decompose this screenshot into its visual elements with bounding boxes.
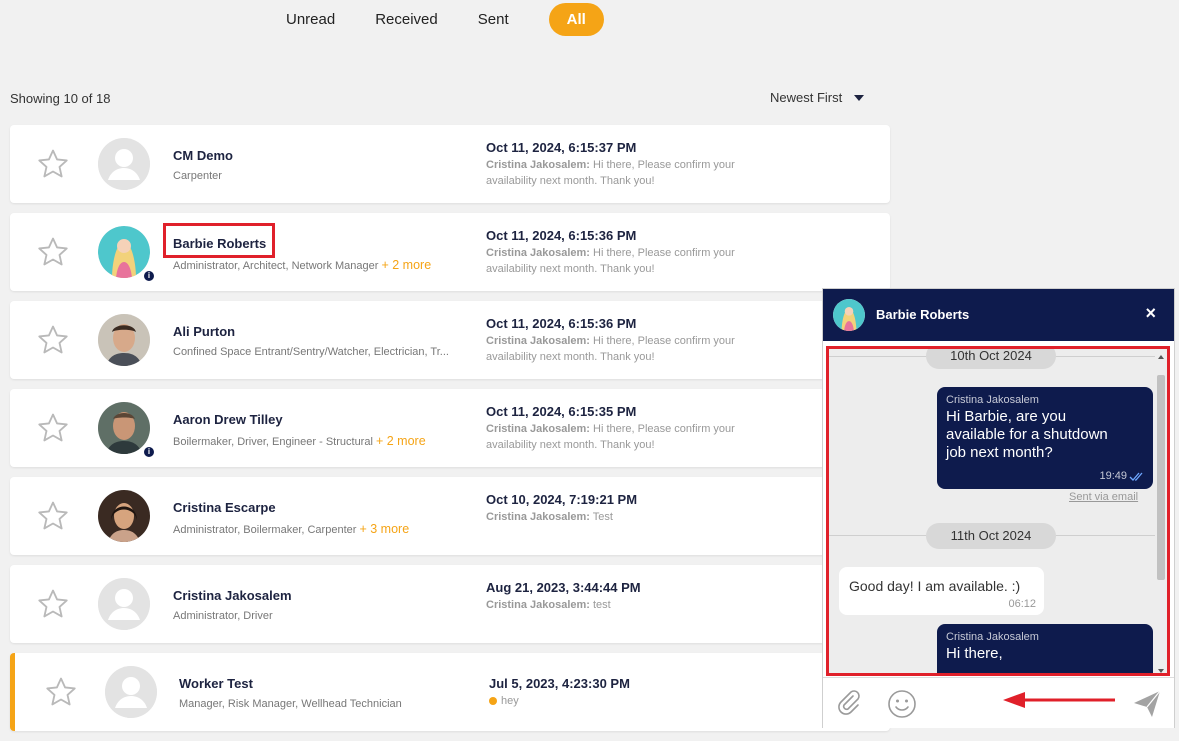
caret-down-icon [854,94,865,101]
chat-header: Barbie Roberts × [823,289,1174,341]
message-text: Hi there, [946,645,1003,662]
more-roles-link[interactable]: + 2 more [381,258,431,272]
star-icon[interactable] [36,499,70,533]
tab-sent[interactable]: Sent [478,5,509,34]
star-icon[interactable] [36,323,70,357]
emoji-icon[interactable] [886,688,918,720]
chat-scrollbar[interactable] [1157,355,1165,673]
avatar-photo [98,402,150,454]
message-row[interactable]: Cristina Jakosalem Administrator, Driver… [10,565,890,643]
message-row[interactable]: i Barbie Roberts Administrator, Architec… [10,213,890,291]
star-icon[interactable] [36,587,70,621]
message-date: Oct 11, 2024, 6:15:37 PM [486,140,637,155]
avatar-barbie [833,299,865,331]
message-date: Oct 11, 2024, 6:15:36 PM [486,316,637,331]
avatar-photo [98,490,150,542]
chat-panel: Barbie Roberts × 10th Oct 2024 Cristina … [822,288,1175,728]
contact-name: Aaron Drew Tilley [173,412,283,427]
contact-name: Barbie Roberts [173,236,267,251]
incoming-message: Good day! I am available. :) 06:12 [839,567,1044,615]
paperclip-icon[interactable] [833,688,865,720]
message-text: Good day! I am available. :) [849,578,1021,594]
avatar-placeholder [105,666,157,718]
showing-count: Showing 10 of 18 [10,91,111,106]
contact-roles: Administrator, Driver [173,610,273,622]
message-row[interactable]: Ali Purton Confined Space Entrant/Sentry… [10,301,890,379]
contact-name: Ali Purton [173,324,236,339]
message-preview: Cristina Jakosalem: Hi there, Please con… [486,159,735,187]
tab-unread[interactable]: Unread [286,5,335,34]
tab-received[interactable]: Received [375,5,438,34]
message-preview: Cristina Jakosalem: Hi there, Please con… [486,423,735,451]
chat-messages[interactable]: 10th Oct 2024 Cristina Jakosalem Hi Barb… [826,346,1170,676]
message-date: Oct 10, 2024, 7:19:21 PM [486,492,638,507]
info-icon: i [142,445,156,459]
send-icon[interactable] [1131,688,1163,720]
more-roles-link[interactable]: + 3 more [359,522,409,536]
message-preview: Cristina Jakosalem: Hi there, Please con… [486,247,735,275]
star-icon[interactable] [36,411,70,445]
message-row[interactable]: CM Demo Carpenter Oct 11, 2024, 6:15:37 … [10,125,890,203]
message-date: Oct 11, 2024, 6:15:35 PM [486,404,637,419]
message-date: Jul 5, 2023, 4:23:30 PM [489,676,630,691]
star-icon[interactable] [36,147,70,181]
message-list: CM Demo Carpenter Oct 11, 2024, 6:15:37 … [10,125,890,741]
filter-tabs: Unread Received Sent All [286,2,604,36]
contact-roles: Confined Space Entrant/Sentry/Watcher, E… [173,346,449,358]
message-time: 06:12 [1008,598,1036,610]
avatar-photo [98,314,150,366]
message-sender: Cristina Jakosalem [946,394,1039,406]
message-row[interactable]: i Aaron Drew Tilley Boilermaker, Driver,… [10,389,890,467]
outgoing-message: Cristina Jakosalem Hi there, [937,624,1153,673]
contact-roles: Manager, Risk Manager, Wellhead Technici… [179,698,402,710]
star-icon[interactable] [36,235,70,269]
scroll-up-icon[interactable] [1158,355,1164,359]
avatar-barbie [98,226,150,278]
more-roles-link[interactable]: + 2 more [376,434,426,448]
annotation-arrow [1003,692,1115,708]
date-separator: 11th Oct 2024 [926,523,1056,549]
message-preview: Cristina Jakosalem: test [486,599,611,611]
info-icon: i [142,269,156,283]
avatar-placeholder [98,138,150,190]
sort-label: Newest First [770,90,843,105]
message-row-selected[interactable]: Worker Test Manager, Risk Manager, Wellh… [10,653,890,731]
message-sender: Cristina Jakosalem [946,631,1039,643]
contact-name: Cristina Escarpe [173,500,276,515]
message-text: Hi Barbie, are you available for a shutd… [946,408,1108,461]
chat-composer [823,677,1174,728]
tab-all[interactable]: All [548,2,604,36]
date-separator: 10th Oct 2024 [926,349,1056,369]
contact-name: Worker Test [179,676,253,691]
message-preview: Cristina Jakosalem: Test [486,511,613,523]
contact-name: CM Demo [173,148,233,163]
close-button[interactable]: × [1145,303,1156,324]
contact-roles: Administrator, Boilermaker, Carpenter + … [173,522,410,536]
message-row[interactable]: Cristina Escarpe Administrator, Boilerma… [10,477,890,555]
contact-roles: Administrator, Architect, Network Manage… [173,258,432,272]
avatar-placeholder [98,578,150,630]
contact-name: Cristina Jakosalem [173,588,292,603]
message-preview: hey [489,693,759,709]
star-icon[interactable] [44,675,78,709]
message-time: 19:49 [1099,470,1127,482]
sent-via-email-link[interactable]: Sent via email [1069,491,1138,503]
read-ticks-icon [1129,472,1143,481]
scrollbar-thumb[interactable] [1157,375,1165,580]
contact-roles: Carpenter [173,170,222,182]
scroll-down-icon[interactable] [1158,669,1164,673]
sort-dropdown[interactable]: Newest First [770,90,865,105]
message-preview: Cristina Jakosalem: Hi there, Please con… [486,335,735,363]
message-date: Oct 11, 2024, 6:15:36 PM [486,228,637,243]
message-date: Aug 21, 2023, 3:44:44 PM [486,580,641,595]
unread-dot-icon [489,697,497,706]
contact-roles: Boilermaker, Driver, Engineer - Structur… [173,434,426,448]
outgoing-message: Cristina Jakosalem Hi Barbie, are you av… [937,387,1153,489]
chat-title: Barbie Roberts [876,307,970,322]
